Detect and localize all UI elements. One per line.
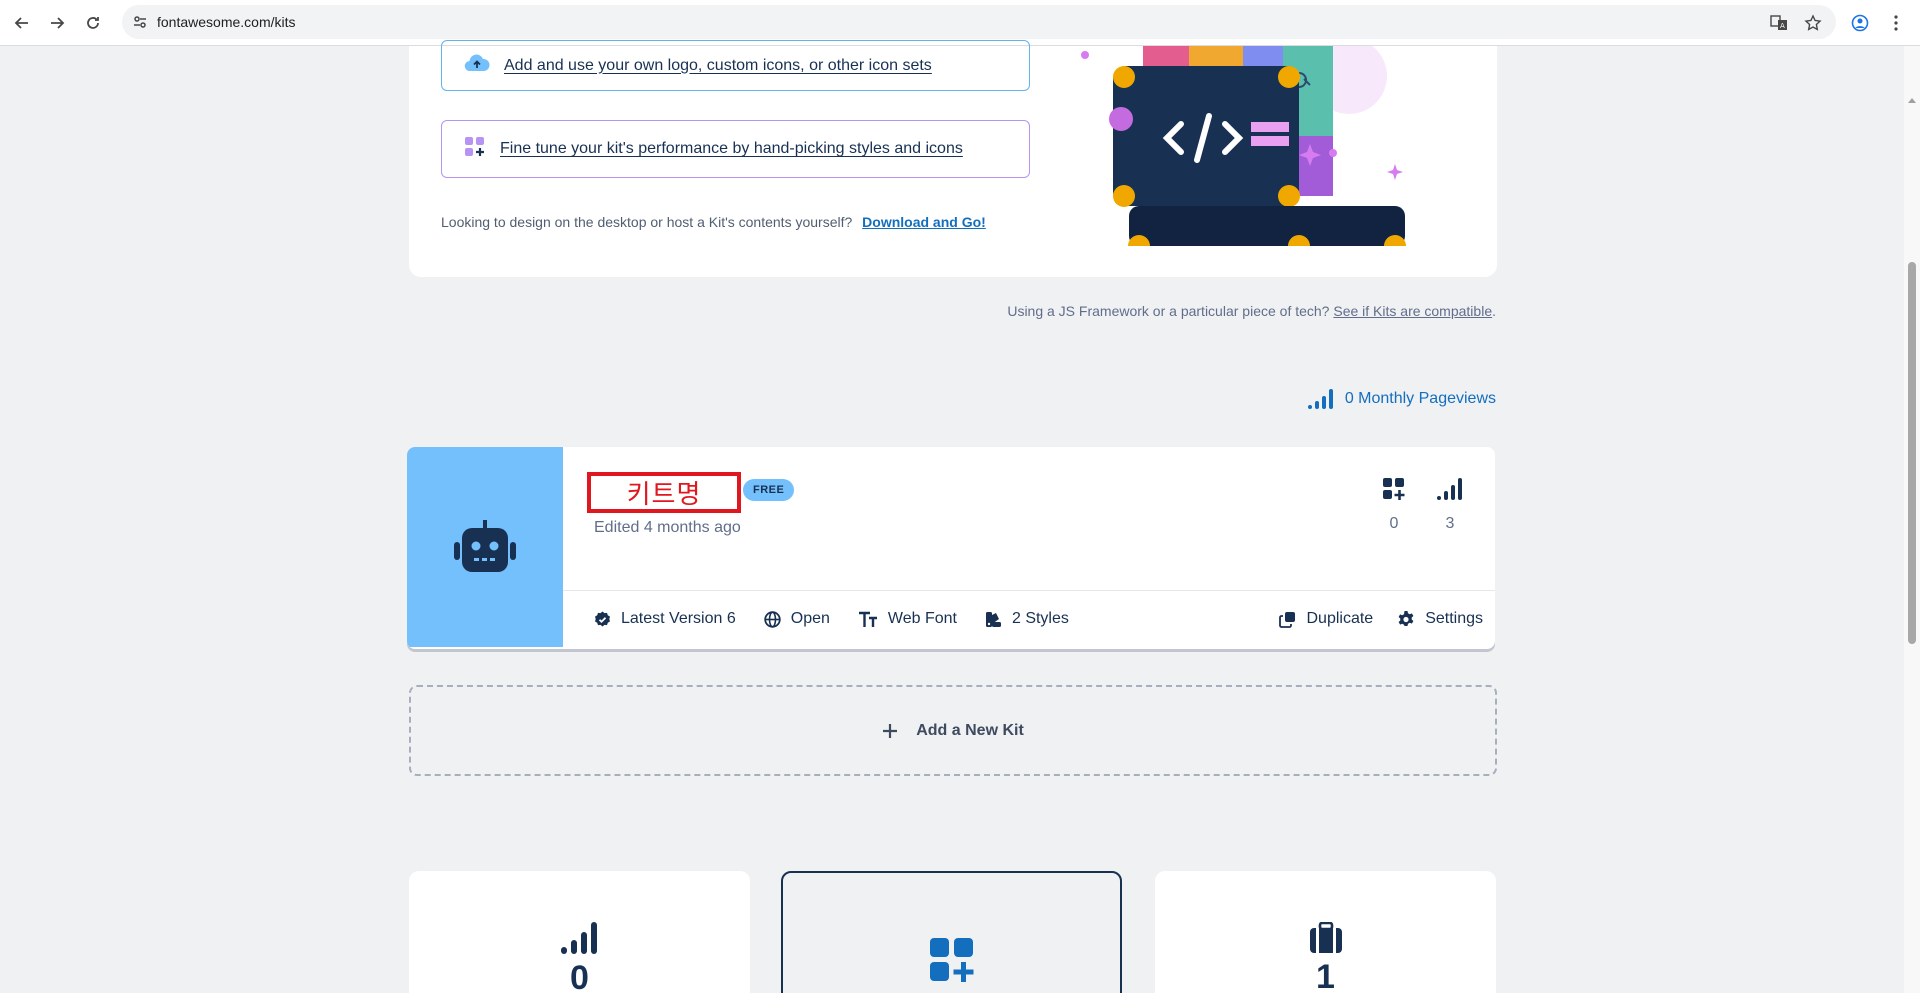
kit-version-label: Latest Version 6	[621, 610, 736, 627]
finetune-option[interactable]: Fine tune your kit's performance by hand…	[441, 120, 1030, 178]
desktop-host-text: Looking to design on the desktop or host…	[441, 214, 986, 230]
pageviews-summary-card[interactable]: 0	[409, 871, 750, 993]
kit-access-label: Open	[790, 610, 830, 627]
gear-icon	[1398, 611, 1414, 626]
star-icon[interactable]	[1800, 10, 1826, 36]
globe-icon	[764, 610, 781, 628]
kits-summary-card[interactable]: 1	[1155, 871, 1496, 993]
address-bar[interactable]: fontawesome.com/kits	[122, 5, 1836, 39]
profile-icon[interactable]	[1847, 10, 1873, 36]
kit-tech[interactable]: Web Font	[858, 610, 957, 628]
robot-icon	[454, 520, 516, 572]
monthly-pageviews: 0 Monthly Pageviews	[1307, 388, 1496, 410]
kit-avatar[interactable]	[407, 447, 563, 647]
pageviews-label: 0 Monthly Pageviews	[1344, 390, 1496, 407]
kit-stat-icons: 0	[1379, 477, 1409, 533]
kit-illustration	[1081, 46, 1406, 246]
settings-button[interactable]: Settings	[1397, 610, 1483, 628]
kit-stat-pageviews: 3	[1435, 477, 1465, 533]
duplicate-button[interactable]: Duplicate	[1279, 610, 1373, 628]
kit-stats: 0 3	[1379, 477, 1465, 533]
swatchbook-icon	[985, 611, 1001, 627]
kit-styles-label: 2 Styles	[1011, 610, 1069, 627]
kit-footer: Latest Version 6 Open Web Font 2 Styles …	[594, 590, 1483, 648]
kit-name[interactable]: 키트명	[627, 474, 702, 511]
framework-compat-text: Using a JS Framework or a particular pie…	[1007, 303, 1496, 319]
upload-option-text[interactable]: Add and use your own logo, custom icons,…	[504, 57, 932, 75]
kit-tech-label: Web Font	[887, 610, 957, 627]
scroll-thumb[interactable]	[1908, 262, 1916, 644]
more-icon[interactable]	[1883, 10, 1909, 36]
download-and-go-link[interactable]: Download and Go!	[862, 214, 986, 230]
finetune-option-text[interactable]: Fine tune your kit's performance by hand…	[500, 140, 963, 158]
svg-text:A: A	[1780, 22, 1785, 30]
kit-access[interactable]: Open	[764, 610, 830, 628]
scroll-up-icon[interactable]	[1908, 98, 1916, 103]
icons-plus-icon	[1383, 478, 1405, 500]
kit-actions: Duplicate Settings	[1255, 610, 1483, 628]
compat-suffix: .	[1492, 303, 1496, 319]
kit-name-highlight[interactable]: 키트명	[587, 472, 741, 513]
briefcase-icon	[1309, 922, 1342, 953]
kit-stat-icons-value: 0	[1389, 515, 1399, 532]
kit-stat-pageviews-value: 3	[1445, 515, 1455, 532]
settings-label: Settings	[1425, 610, 1483, 627]
kit-version[interactable]: Latest Version 6	[594, 610, 736, 628]
kit-options-card: Add and use your own logo, custom icons,…	[409, 40, 1497, 277]
kit-edited-time: Edited 4 months ago	[594, 519, 741, 536]
plan-badge: FREE	[743, 479, 795, 501]
signal-icon	[560, 922, 597, 954]
pageviews-summary-value: 0	[570, 959, 589, 993]
cloud-upload-icon	[464, 53, 490, 78]
add-new-kit-label: Add a New Kit	[916, 721, 1024, 739]
duplicate-label: Duplicate	[1306, 610, 1374, 627]
upload-icons-option[interactable]: Add and use your own logo, custom icons,…	[441, 40, 1030, 91]
compat-label: Using a JS Framework or a particular pie…	[1007, 303, 1330, 319]
add-new-kit-button[interactable]: Add a New Kit	[409, 685, 1497, 776]
text-size-icon	[858, 611, 877, 627]
signal-icon	[1437, 478, 1462, 500]
back-arrow-icon[interactable]	[9, 10, 35, 36]
reload-icon[interactable]	[80, 10, 106, 36]
clone-icon	[1279, 611, 1296, 628]
url-text: fontawesome.com/kits	[157, 14, 296, 30]
page-scrollbar[interactable]	[1904, 46, 1920, 993]
desktop-host-label: Looking to design on the desktop or host…	[441, 214, 853, 230]
forward-arrow-icon[interactable]	[44, 10, 70, 36]
kits-summary-value: 1	[1316, 958, 1335, 993]
badge-check-icon	[595, 611, 610, 626]
site-settings-icon[interactable]	[132, 14, 148, 35]
icons-plus-icon	[929, 938, 973, 982]
icons-plus-icon	[464, 136, 486, 163]
kit-card[interactable]: 키트명 FREE Edited 4 months ago 0 3 Latest …	[407, 447, 1495, 649]
compat-link[interactable]: See if Kits are compatible	[1333, 303, 1492, 319]
kit-styles[interactable]: 2 Styles	[985, 610, 1069, 628]
signal-icon	[1307, 389, 1333, 409]
plus-icon	[883, 723, 898, 738]
icons-summary-card[interactable]	[781, 871, 1122, 993]
translate-icon[interactable]: A	[1766, 10, 1792, 36]
